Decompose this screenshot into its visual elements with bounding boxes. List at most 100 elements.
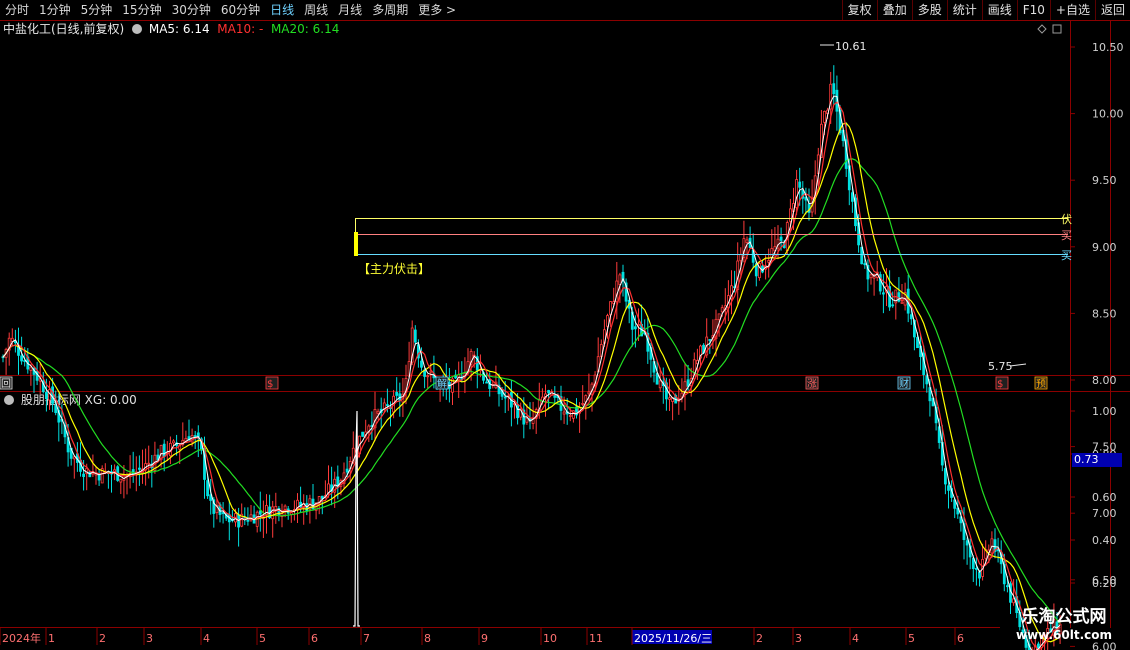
date-label: 3 xyxy=(146,632,153,645)
watermark-line1: 乐淘公式网 xyxy=(1021,607,1107,627)
candle-body xyxy=(568,415,572,417)
price-axis-label: 7.00 xyxy=(1092,507,1117,520)
candle-body xyxy=(553,395,557,398)
candle-body xyxy=(869,274,873,279)
candle-body xyxy=(420,360,423,368)
candle-body xyxy=(503,396,507,399)
ma10-line xyxy=(2,101,1061,650)
candle-body xyxy=(426,375,430,378)
event-tag-label: 财 xyxy=(899,377,909,390)
candle-body xyxy=(345,468,349,473)
candle-body xyxy=(779,236,783,241)
date-label: 5 xyxy=(908,632,915,645)
ma5-line xyxy=(2,95,1061,650)
event-tag-label: 预 xyxy=(1036,378,1046,390)
candle-body xyxy=(832,83,836,95)
indicator-axis-label: 0.20 xyxy=(1092,577,1117,590)
date-label: 6 xyxy=(957,632,964,645)
kline-chart[interactable]: 伏买买【主力伏击】 10.61 5.75 10.50 10.00 9.50 9.00 8.5… xyxy=(0,0,1130,650)
candle-body xyxy=(863,263,867,266)
price-axis-label: 8.00 xyxy=(1092,374,1117,387)
candle-body xyxy=(795,179,798,208)
candle-body xyxy=(29,366,33,371)
candle-body xyxy=(634,326,637,330)
high-price-label: 10.61 xyxy=(835,40,867,53)
candle-body xyxy=(172,440,175,444)
date-label: 4 xyxy=(203,632,210,645)
candle-body xyxy=(525,417,529,423)
date-label: 9 xyxy=(481,632,488,645)
date-label: 2025/11/26/三 xyxy=(634,632,712,645)
candle-body xyxy=(395,391,399,396)
date-label: 4 xyxy=(852,632,859,645)
candle-body xyxy=(547,390,550,394)
indicator-axis-label: 1.00 xyxy=(1092,405,1117,418)
candle-body xyxy=(119,478,123,483)
candle-body xyxy=(658,380,662,389)
candle-body xyxy=(485,381,489,384)
date-label: 5 xyxy=(259,632,266,645)
candle-body xyxy=(767,260,771,263)
price-axis-label: 10.00 xyxy=(1092,108,1124,121)
candle-body xyxy=(54,405,58,413)
main-force-annotation: 【主力伏击】 xyxy=(358,262,430,276)
candle-body xyxy=(745,239,749,243)
candle-body xyxy=(789,208,792,222)
indicator-highlight-value: 0.73 xyxy=(1072,453,1122,467)
candle-body xyxy=(206,480,210,497)
event-tag-label: 解 xyxy=(437,377,447,390)
candle-body xyxy=(965,540,969,546)
candle-body xyxy=(413,329,417,343)
candle-body xyxy=(909,314,913,320)
event-tag-label: 涨 xyxy=(807,378,817,390)
line-tag: 买 xyxy=(1061,229,1072,242)
date-label: 6 xyxy=(311,632,318,645)
candle-body xyxy=(720,307,724,313)
candle-body xyxy=(978,571,981,579)
candle-body xyxy=(376,410,380,414)
date-label: 2024年 xyxy=(2,631,41,645)
indicator-axis-label: 0.40 xyxy=(1092,534,1117,547)
event-tag-label: $ xyxy=(267,379,273,390)
candle-body xyxy=(162,443,166,457)
window-icon[interactable] xyxy=(1052,24,1062,34)
price-axis-label: 8.50 xyxy=(1092,307,1117,320)
candle-body xyxy=(618,274,622,285)
candle-body xyxy=(82,473,85,477)
candle-body xyxy=(562,411,566,415)
date-label: 10 xyxy=(543,632,557,645)
candle-body xyxy=(891,304,895,307)
line-tag: 买 xyxy=(1061,249,1072,262)
date-label: 3 xyxy=(795,632,802,645)
candle-body xyxy=(1012,598,1015,604)
candle-body xyxy=(581,402,585,405)
candle-body xyxy=(975,568,978,570)
price-axis-label: 9.00 xyxy=(1092,241,1117,254)
candle-body xyxy=(20,355,24,362)
candle-body xyxy=(944,468,947,485)
date-label: 1 xyxy=(48,632,55,645)
candle-body xyxy=(147,462,151,465)
date-label: 8 xyxy=(424,632,431,645)
candle-body xyxy=(655,373,659,385)
signal-bar xyxy=(354,232,358,256)
candle-body xyxy=(708,339,712,341)
candle-body xyxy=(739,254,743,262)
candle-body xyxy=(1006,585,1009,588)
candle-body xyxy=(882,292,885,295)
candle-body xyxy=(668,397,671,400)
candle-body xyxy=(587,391,591,395)
date-label: 11 xyxy=(589,632,603,645)
date-label: 2 xyxy=(99,632,106,645)
line-tag: 伏 xyxy=(1061,212,1072,226)
candle-body xyxy=(258,510,262,515)
candle-body xyxy=(274,506,278,511)
low-price-label: 5.75 xyxy=(988,360,1013,373)
diamond-icon[interactable] xyxy=(1037,24,1047,34)
candle-body xyxy=(851,192,854,202)
event-tag-label: $ xyxy=(997,379,1003,390)
watermark: 乐淘公式网 www.60lt.com xyxy=(1000,608,1128,644)
candle-body xyxy=(137,467,141,470)
watermark-line2: www.60lt.com xyxy=(1015,628,1113,642)
candle-body xyxy=(823,110,826,123)
